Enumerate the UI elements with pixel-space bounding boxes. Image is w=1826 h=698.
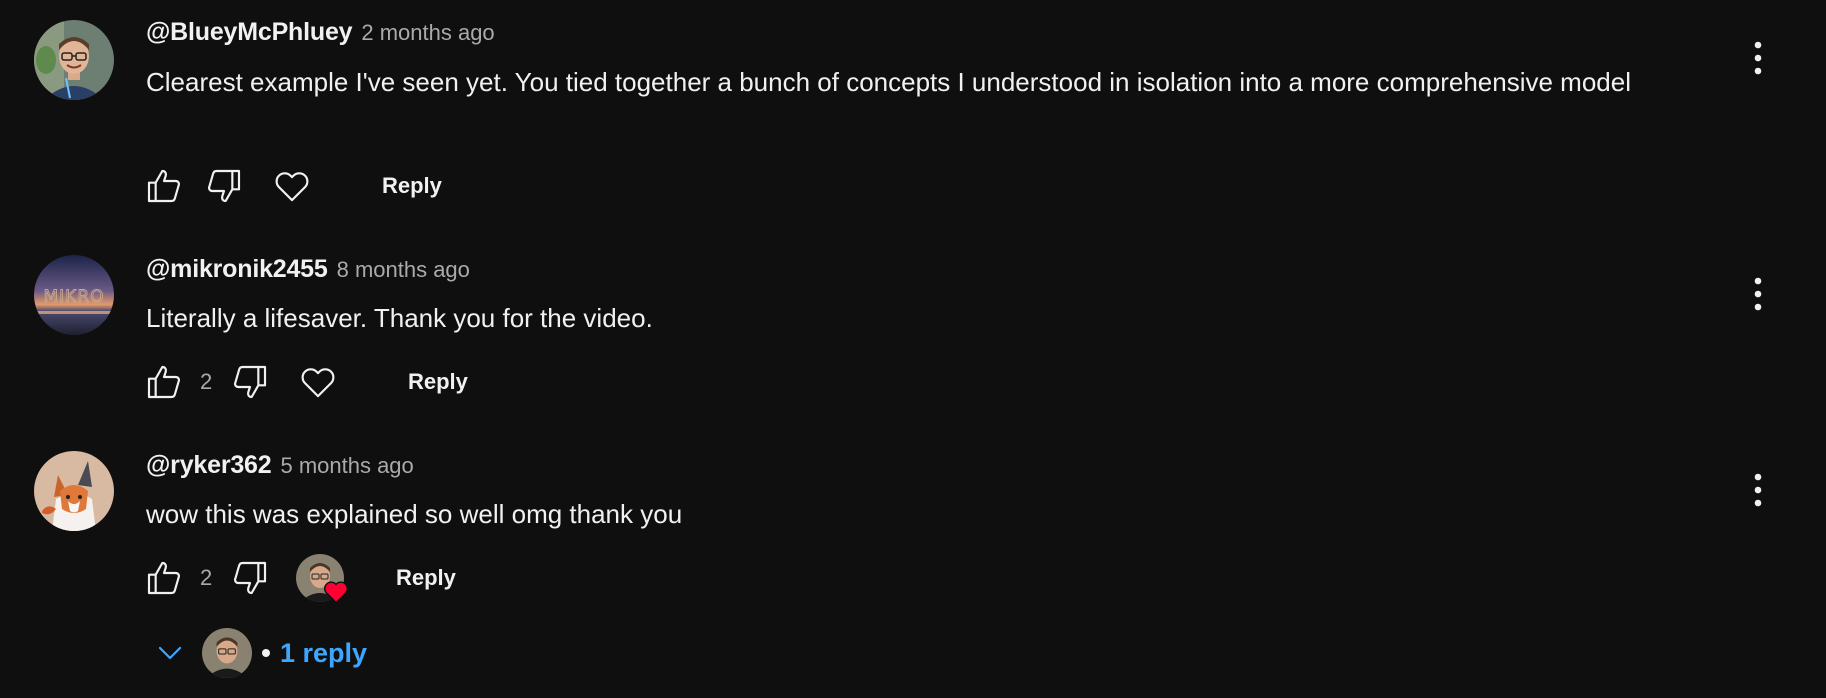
comment-header: @BlueyMcPhluey 2 months ago [146,18,495,54]
comment-menu-button[interactable] [1738,274,1778,314]
author-name[interactable]: @ryker362 [146,451,272,480]
comment-actions: 2 Reply [140,358,484,406]
reply-count[interactable]: 1 reply [280,638,367,669]
avatar-sunset-mikro-icon: MIKRO [34,255,114,335]
comment-timestamp[interactable]: 5 months ago [280,453,413,479]
comment-timestamp[interactable]: 2 months ago [361,20,494,46]
comment-header: @ryker362 5 months ago [146,451,414,487]
thumbs-down-icon [234,365,267,399]
avatar-man-glasses-icon [34,20,114,100]
more-vert-icon [1754,41,1762,75]
comment-menu-button[interactable] [1738,38,1778,78]
mikro-wordmark: MIKRO [43,287,104,307]
dot-separator [262,649,270,657]
reply-button[interactable]: Reply [392,361,484,403]
thumbs-up-icon [147,561,180,595]
chevron-down-icon [146,629,194,677]
heart-filled-icon [322,578,350,606]
avatar[interactable] [34,451,114,531]
dislike-button[interactable] [226,358,274,406]
reply-button[interactable]: Reply [380,557,472,599]
heart-icon [275,172,309,202]
creator-heart-badge[interactable] [296,554,348,604]
avatar[interactable] [34,20,114,100]
dislike-button[interactable] [226,554,274,602]
author-name[interactable]: @BlueyMcPhluey [146,18,353,47]
thumbs-down-icon [208,169,241,203]
like-count: 2 [200,369,213,394]
comment-text: wow this was explained so well omg thank… [146,499,683,529]
thumbs-down-icon [234,561,267,595]
comment-text: Clearest example I've seen yet. You tied… [146,67,1631,97]
creator-avatar-icon [202,628,252,678]
comment-header: @mikronik2455 8 months ago [146,255,470,291]
heart-icon [301,368,335,398]
comment-timestamp[interactable]: 8 months ago [337,257,470,283]
more-vert-icon [1754,473,1762,507]
avatar[interactable]: MIKRO [34,255,114,335]
author-name[interactable]: @mikronik2455 [146,255,328,284]
heart-button[interactable] [294,358,342,406]
like-button[interactable] [140,554,188,602]
like-count: 2 [200,565,213,590]
thumbs-up-icon [147,169,180,203]
comment-menu-button[interactable] [1738,470,1778,510]
avatar-fox-cartoon-icon [34,451,114,531]
comment-text: Literally a lifesaver. Thank you for the… [146,303,653,333]
like-button[interactable] [140,162,188,210]
comment-actions: 2 Reply [140,554,472,604]
thumbs-up-icon [147,365,180,399]
dislike-button[interactable] [200,162,248,210]
reply-author-avatar [202,628,252,678]
show-replies-button[interactable]: 1 reply [146,620,367,686]
more-vert-icon [1754,277,1762,311]
reply-button[interactable]: Reply [366,165,458,207]
like-button[interactable] [140,358,188,406]
comment-actions: Reply [140,162,458,210]
heart-button[interactable] [268,162,316,210]
